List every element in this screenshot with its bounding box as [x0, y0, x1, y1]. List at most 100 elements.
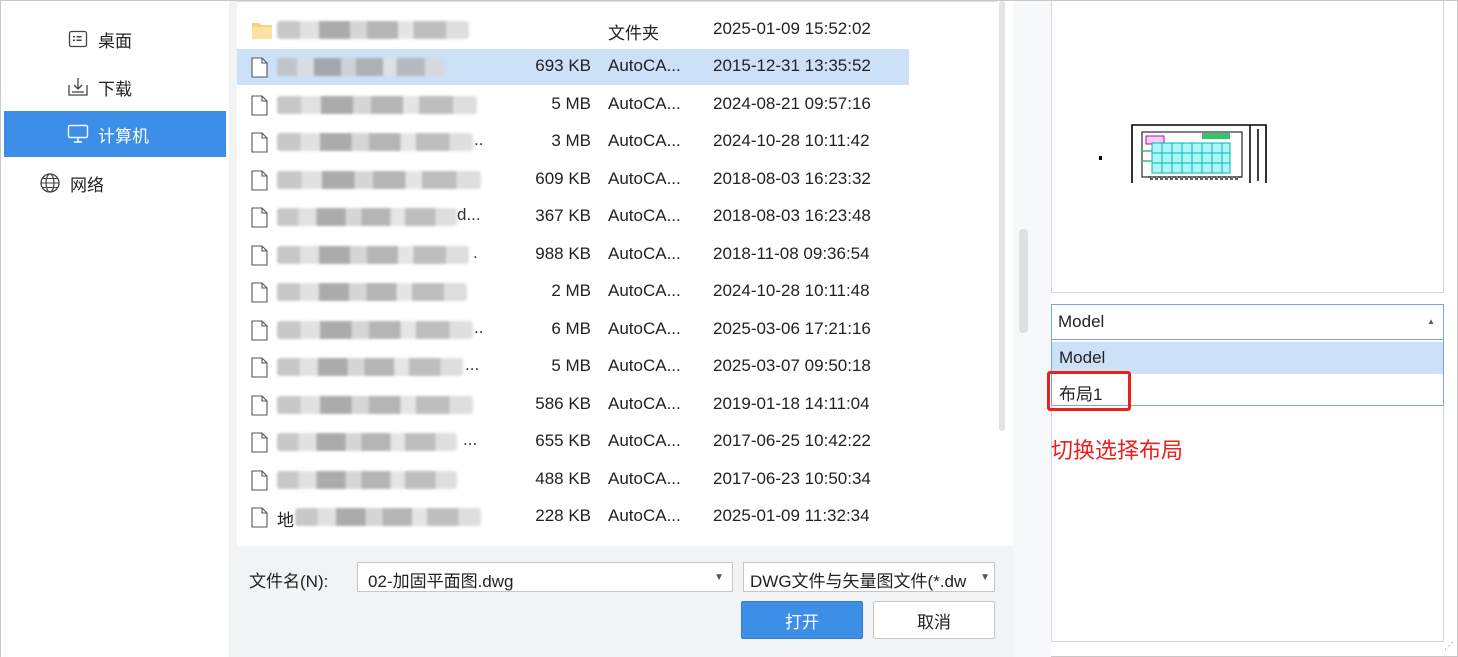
file-type: AutoCA... — [608, 469, 681, 488]
file-name-blurred — [277, 208, 457, 226]
outer-scrollbar[interactable] — [1019, 229, 1028, 333]
file-row[interactable]: ... 655 KB AutoCA... 2017-06-25 10:42:22 — [237, 424, 909, 460]
file-name-blurred — [277, 96, 477, 114]
file-size: 5 MB — [551, 94, 591, 113]
file-date: 2017-06-23 10:50:34 — [713, 469, 871, 488]
cancel-button[interactable]: 取消 — [873, 601, 995, 639]
file-name-blurred — [277, 321, 473, 339]
sidebar-item-desktop[interactable]: 桌面 — [67, 16, 229, 62]
file-name-blurred — [277, 396, 473, 414]
file-icon — [251, 170, 268, 191]
file-size: 586 KB — [535, 394, 591, 413]
file-row[interactable]: 693 KB AutoCA... 2015-12-31 13:35:52 — [237, 49, 909, 85]
file-size: 988 KB — [535, 244, 591, 263]
file-date: 2025-03-07 09:50:18 — [713, 356, 871, 375]
file-row[interactable]: 5 MB AutoCA... 2024-08-21 09:57:16 — [237, 87, 909, 123]
file-type: AutoCA... — [608, 356, 681, 375]
drawing-thumbnail — [1099, 124, 1267, 183]
file-date: 2025-01-09 11:32:34 — [713, 506, 870, 525]
computer-icon — [67, 123, 89, 145]
file-name-blurred — [277, 21, 469, 39]
file-name-blurred — [277, 471, 457, 489]
file-open-dialog: 桌面 下载 计算机 网络 文件夹 2025-01-09 15:52:02 693… — [0, 0, 1458, 657]
file-row[interactable]: 609 KB AutoCA... 2018-08-03 16:23:32 — [237, 162, 909, 198]
file-type: AutoCA... — [608, 244, 681, 263]
file-type: AutoCA... — [608, 94, 681, 113]
file-row[interactable]: 文件夹 2025-01-09 15:52:02 — [237, 12, 909, 48]
file-type: AutoCA... — [608, 131, 681, 150]
network-icon — [39, 172, 61, 194]
file-date: 2018-11-08 09:36:54 — [713, 244, 870, 263]
file-date: 2015-12-31 13:35:52 — [713, 56, 871, 75]
file-type: AutoCA... — [608, 281, 681, 300]
file-row[interactable]: 488 KB AutoCA... 2017-06-23 10:50:34 — [237, 462, 909, 498]
sidebar-item-network[interactable]: 网络 — [39, 160, 229, 206]
file-icon — [251, 395, 268, 416]
file-size: 228 KB — [535, 506, 591, 525]
sidebar-item-download[interactable]: 下载 — [67, 64, 229, 110]
sidebar-item-label: 下载 — [98, 79, 132, 99]
file-row[interactable]: d... 367 KB AutoCA... 2018-08-03 16:23:4… — [237, 199, 909, 235]
sidebar-item-label: 网络 — [70, 175, 104, 195]
file-row[interactable]: . 988 KB AutoCA... 2018-11-08 09:36:54 — [237, 237, 909, 273]
filename-combobox[interactable]: 02-加固平面图.dwg ▼ — [357, 562, 733, 592]
file-row[interactable]: 地 228 KB AutoCA... 2025-01-09 11:32:34 — [237, 499, 909, 535]
file-type: AutoCA... — [608, 169, 681, 188]
file-type: AutoCA... — [608, 56, 681, 75]
sidebar-divider — [229, 1, 237, 657]
file-name-blurred — [277, 433, 457, 451]
file-type: AutoCA... — [608, 206, 681, 225]
file-row[interactable]: ... 5 MB AutoCA... 2025-03-07 09:50:18 — [237, 349, 909, 385]
sidebar-item-label: 桌面 — [98, 31, 132, 51]
file-date: 2024-10-28 10:11:42 — [713, 131, 870, 150]
file-icon — [251, 432, 268, 453]
column-header-edge — [237, 1, 997, 4]
file-size: 3 MB — [551, 131, 591, 150]
open-button[interactable]: 打开 — [741, 601, 863, 639]
file-icon — [251, 320, 268, 341]
file-name-blurred — [277, 358, 463, 376]
file-icon — [251, 95, 268, 116]
sidebar-item-computer[interactable]: 计算机 — [4, 111, 226, 157]
file-date: 2024-08-21 09:57:16 — [713, 94, 871, 113]
filename-label: 文件名(N): — [249, 572, 329, 591]
file-size: 2 MB — [551, 281, 591, 300]
file-list-scrollbar[interactable] — [999, 1, 1005, 431]
file-date: 2019-01-18 14:11:04 — [713, 394, 870, 413]
drawing-preview — [1051, 1, 1444, 293]
sidebar-item-label: 计算机 — [98, 126, 149, 146]
filetype-select[interactable]: DWG文件与矢量图文件(*.dw ▼ — [743, 562, 995, 592]
layout-select-value: Model — [1058, 312, 1105, 331]
file-type: AutoCA... — [608, 431, 681, 450]
file-row[interactable]: .. 6 MB AutoCA... 2025-03-06 17:21:16 — [237, 312, 909, 348]
file-size: 655 KB — [535, 431, 591, 450]
file-name-ellipsis: .. — [474, 130, 484, 149]
file-icon — [251, 132, 268, 153]
file-name-ellipsis: ... — [465, 355, 480, 374]
desktop-icon — [67, 28, 89, 50]
layout-option-model[interactable]: Model — [1052, 342, 1443, 374]
file-size: 609 KB — [535, 169, 591, 188]
filename-value: 02-加固平面图.dwg — [368, 572, 514, 591]
file-name-blurred — [295, 508, 481, 526]
layout-select[interactable]: Model ▲ — [1051, 304, 1444, 340]
file-row[interactable]: .. 3 MB AutoCA... 2024-10-28 10:11:42 — [237, 124, 909, 160]
file-icon — [251, 245, 268, 266]
file-type: AutoCA... — [608, 319, 681, 338]
file-row[interactable]: 2 MB AutoCA... 2024-10-28 10:11:48 — [237, 274, 909, 310]
file-size: 693 KB — [535, 56, 591, 75]
resize-grip-icon[interactable]: ⋰ — [1444, 641, 1454, 652]
download-icon — [67, 76, 89, 98]
file-date: 2024-10-28 10:11:48 — [713, 281, 870, 300]
file-type: AutoCA... — [608, 506, 681, 525]
file-date: 2018-08-03 16:23:48 — [713, 206, 871, 225]
chevron-down-icon[interactable]: ▼ — [980, 572, 990, 583]
caret-up-icon[interactable]: ▲ — [1427, 317, 1435, 326]
file-row[interactable]: 586 KB AutoCA... 2019-01-18 14:11:04 — [237, 387, 909, 423]
sidebar: 桌面 下载 计算机 网络 — [1, 1, 229, 657]
chevron-down-icon[interactable]: ▼ — [714, 572, 724, 583]
file-date: 2017-06-25 10:42:22 — [713, 431, 871, 450]
file-icon — [251, 357, 268, 378]
file-size: 367 KB — [535, 206, 591, 225]
file-name-ellipsis: .. — [474, 318, 484, 337]
